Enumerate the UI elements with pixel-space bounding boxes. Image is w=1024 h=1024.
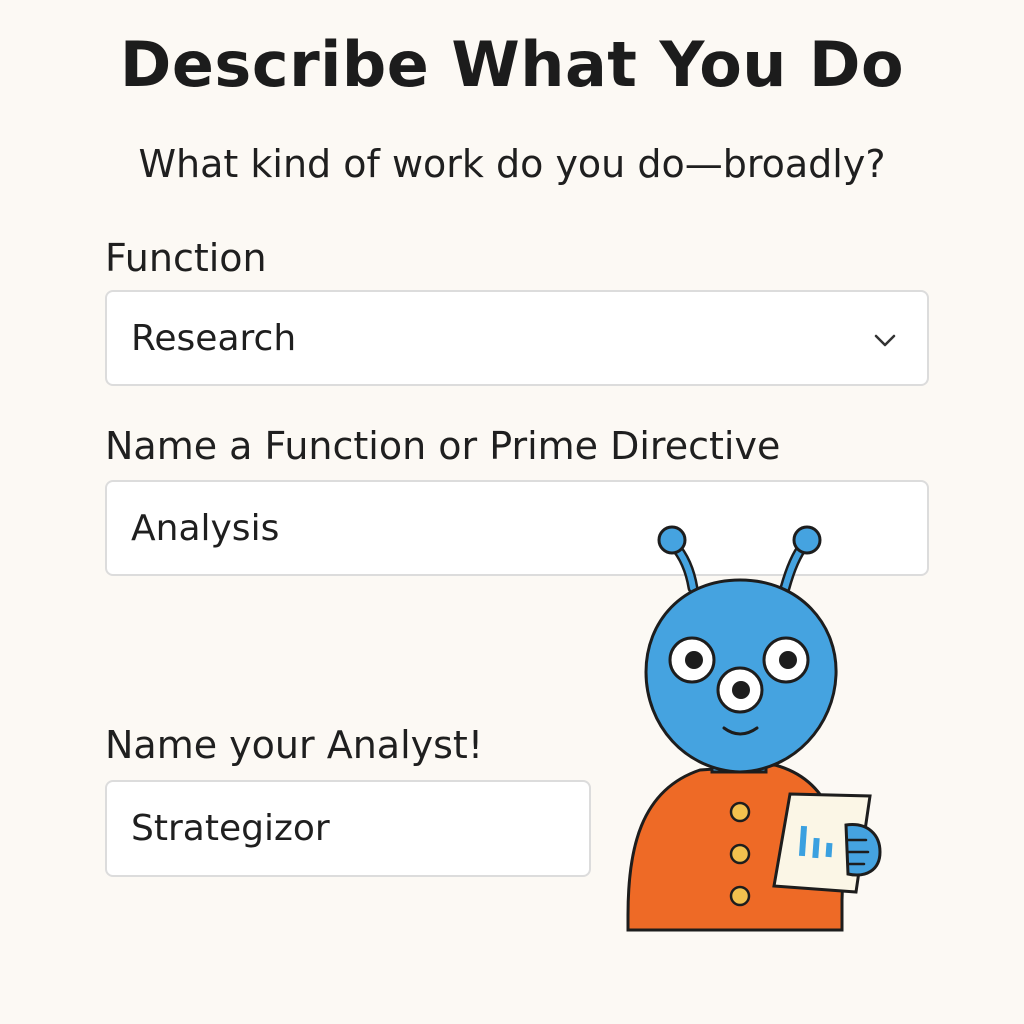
mascot-button bbox=[729, 885, 751, 907]
chevron-down-icon bbox=[874, 334, 896, 347]
alien-analyst-mascot bbox=[626, 525, 882, 932]
page-subtitle: What kind of work do you do—broadly? bbox=[138, 142, 886, 186]
mascot-button bbox=[729, 801, 751, 823]
directive-label: Name a Function or Prime Directive bbox=[105, 424, 781, 468]
function-label: Function bbox=[105, 236, 267, 280]
function-select[interactable]: Research bbox=[105, 290, 929, 386]
mascot-button bbox=[729, 843, 751, 865]
analyst-name-label: Name your Analyst! bbox=[105, 723, 484, 767]
mascot-hand bbox=[844, 823, 882, 877]
analyst-name-input[interactable] bbox=[105, 780, 591, 877]
function-select-value: Research bbox=[131, 317, 297, 359]
page-title: Describe What You Do bbox=[119, 28, 905, 101]
